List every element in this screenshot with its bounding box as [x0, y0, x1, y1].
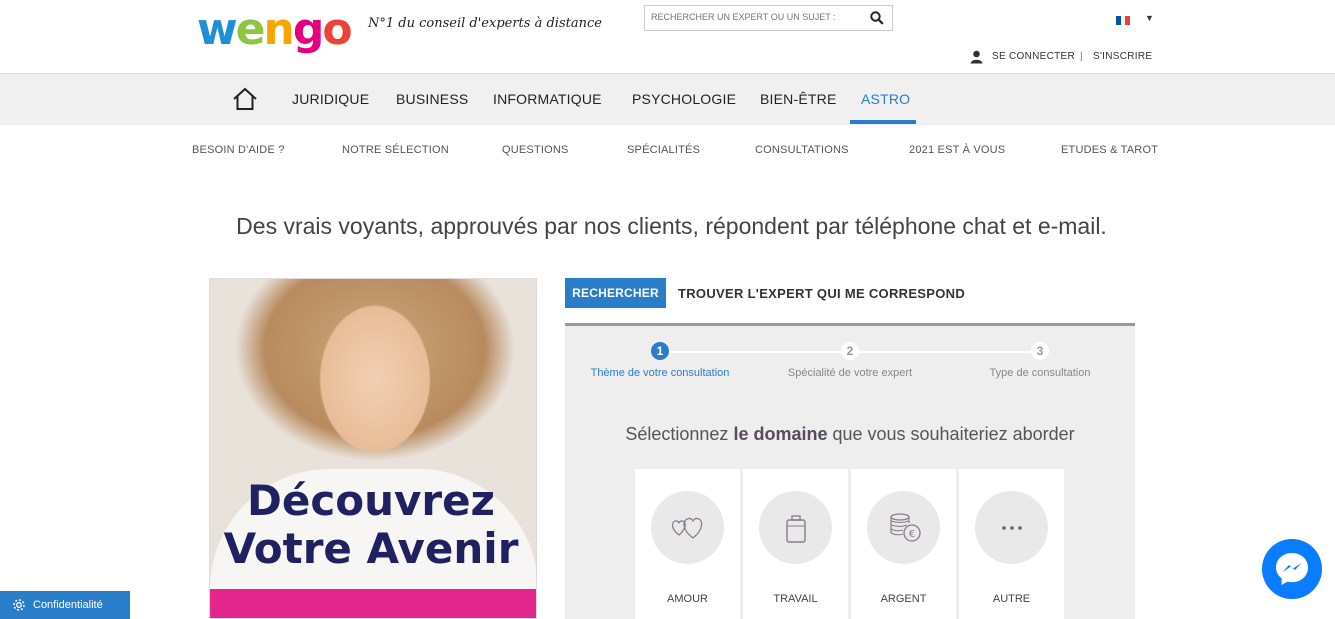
promo-banner[interactable]: Découvrez Votre Avenir [209, 278, 537, 619]
category-label: AUTRE [992, 593, 1031, 605]
step-3-label: Type de consultation [989, 367, 1091, 379]
subnav-etudes-tarot[interactable]: ETUDES & TAROT [1061, 144, 1158, 156]
subnav-besoin-aide[interactable]: BESOIN D'AIDE ? [192, 144, 285, 156]
subnav-specialites[interactable]: SPÉCIALITÉS [627, 144, 700, 156]
category-label: AMOUR [667, 593, 708, 605]
separator: | [1080, 51, 1083, 62]
active-tab-indicator [850, 120, 916, 124]
tagline: N°1 du conseil d'experts à distance [368, 16, 602, 31]
promo-title: Découvrez Votre Avenir [210, 477, 532, 573]
domain-prompt: Sélectionnez le domaine que vous souhait… [565, 424, 1135, 445]
gear-icon [13, 599, 25, 611]
step-3-dot: 3 [1031, 342, 1049, 360]
nav-item-psychologie[interactable]: PSYCHOLOGIE [632, 91, 736, 107]
subnav-notre-selection[interactable]: NOTRE SÉLECTION [342, 144, 449, 156]
signup-link[interactable]: S'INSCRIRE [1093, 51, 1152, 62]
nav-item-astro[interactable]: ASTRO [861, 91, 910, 107]
step-1-label: Thème de votre consultation [590, 367, 730, 379]
privacy-button[interactable]: Confidentialité [0, 591, 130, 619]
user-icon [970, 50, 983, 64]
rechercher-tab[interactable]: RECHERCHER [565, 278, 666, 308]
page-headline: Des vrais voyants, approuvés par nos cli… [236, 213, 1107, 239]
wengo-logo[interactable]: wengo [197, 8, 353, 52]
messenger-chat-button[interactable] [1262, 539, 1322, 599]
svg-text:€: € [909, 529, 915, 540]
promo-title-line2: Votre Avenir [223, 524, 519, 573]
logo-letter: o [322, 4, 352, 55]
logo-letter: n [263, 4, 295, 55]
logo-letter: w [197, 4, 238, 55]
search-box[interactable] [644, 5, 893, 31]
category-label: TRAVAIL [773, 593, 818, 605]
more-icon [975, 491, 1048, 564]
category-autre[interactable]: AUTRE [959, 469, 1064, 619]
category-travail[interactable]: TRAVAIL [743, 469, 848, 619]
prompt-bold: le domaine [733, 424, 828, 444]
search-input[interactable] [649, 11, 865, 23]
language-flag-icon[interactable] [1116, 16, 1131, 25]
nav-item-informatique[interactable]: INFORMATIQUE [493, 91, 602, 107]
messenger-icon [1276, 553, 1308, 585]
logo-letter: e [235, 4, 266, 55]
logo-letter: g [292, 4, 324, 55]
hearts-icon [651, 491, 724, 564]
find-expert-tab[interactable]: TROUVER L'EXPERT QUI ME CORRESPOND [678, 286, 965, 301]
category-label: ARGENT [880, 593, 927, 605]
home-icon[interactable] [232, 87, 258, 111]
search-icon[interactable] [870, 11, 884, 25]
prompt-text: que vous souhaiteriez aborder [827, 424, 1075, 444]
briefcase-icon [759, 491, 832, 564]
nav-item-juridique[interactable]: JURIDIQUE [292, 91, 369, 107]
category-argent[interactable]: € ARGENT [851, 469, 956, 619]
chevron-down-icon[interactable]: ▼ [1145, 13, 1154, 23]
coins-icon: € [867, 491, 940, 564]
promo-band [210, 589, 536, 618]
subnav-consultations[interactable]: CONSULTATIONS [755, 144, 849, 156]
subnav-questions[interactable]: QUESTIONS [502, 144, 569, 156]
step-2-dot: 2 [841, 342, 859, 360]
nav-item-bien-etre[interactable]: BIEN-ÊTRE [760, 91, 836, 107]
nav-item-business[interactable]: BUSINESS [396, 91, 468, 107]
promo-title-line1: Découvrez [246, 476, 496, 525]
category-amour[interactable]: AMOUR [635, 469, 740, 619]
login-link[interactable]: SE CONNECTER [992, 51, 1075, 62]
step-2-label: Spécialité de votre expert [787, 367, 913, 379]
step-1-dot: 1 [651, 342, 669, 360]
prompt-text: Sélectionnez [625, 424, 734, 444]
privacy-label: Confidentialité [33, 599, 103, 611]
subnav-2021[interactable]: 2021 EST À VOUS [909, 144, 1005, 156]
